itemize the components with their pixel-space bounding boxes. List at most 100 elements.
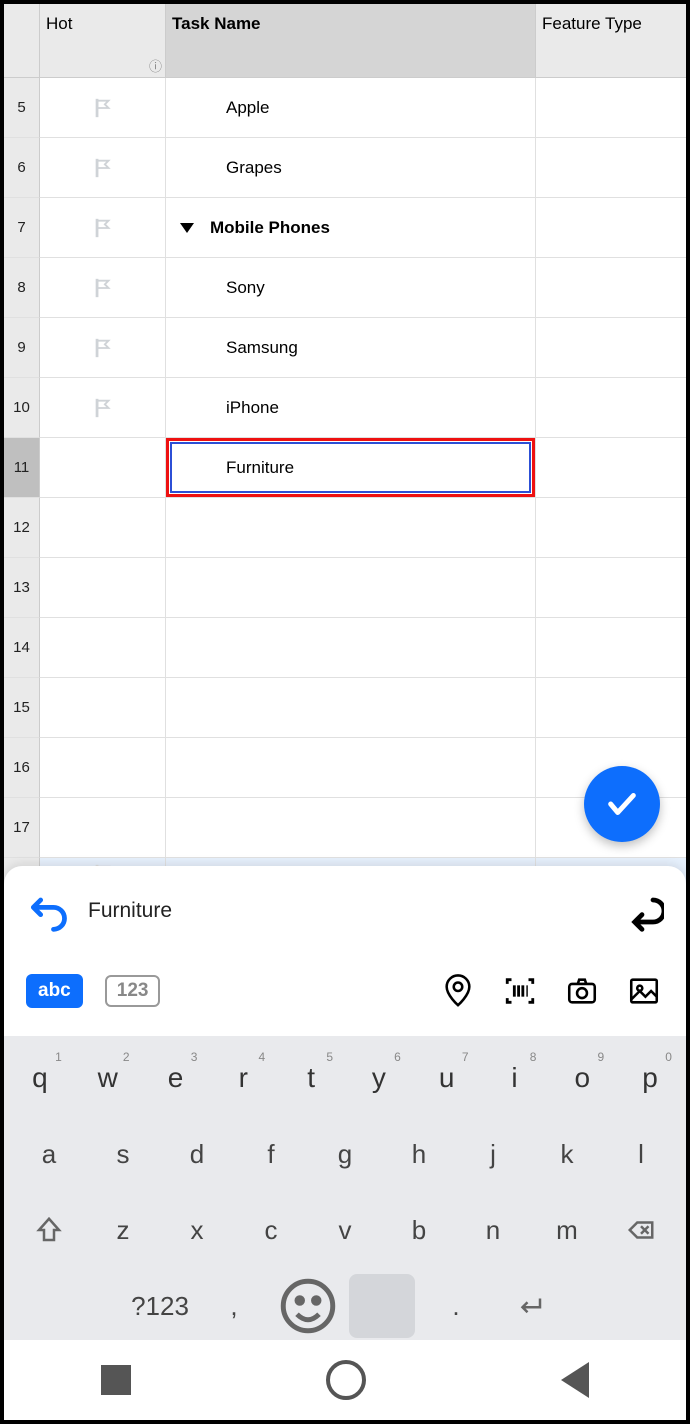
feature-cell[interactable]	[536, 138, 686, 198]
key-c[interactable]: c	[238, 1198, 304, 1262]
task-cell[interactable]: Apple	[166, 78, 536, 138]
symbols-key[interactable]: ?123	[127, 1274, 193, 1338]
key-j[interactable]: j	[460, 1122, 526, 1186]
shift-key[interactable]	[16, 1198, 82, 1262]
key-t[interactable]: t5	[281, 1046, 341, 1110]
key-q[interactable]: q1	[10, 1046, 70, 1110]
key-f[interactable]: f	[238, 1122, 304, 1186]
hot-cell[interactable]	[40, 258, 166, 318]
task-cell[interactable]: Sony	[166, 258, 536, 318]
camera-button[interactable]	[562, 971, 602, 1011]
info-icon[interactable]: ⓘ	[149, 56, 162, 75]
hot-cell[interactable]	[40, 738, 166, 798]
key-x[interactable]: x	[164, 1198, 230, 1262]
task-cell[interactable]: Furniture	[166, 438, 536, 498]
key-v[interactable]: v	[312, 1198, 378, 1262]
task-cell[interactable]	[166, 738, 536, 798]
flag-icon[interactable]	[92, 397, 114, 419]
feature-cell[interactable]	[536, 618, 686, 678]
hot-cell[interactable]	[40, 198, 166, 258]
task-cell[interactable]	[166, 558, 536, 618]
emoji-key[interactable]	[275, 1274, 341, 1338]
hot-cell[interactable]	[40, 618, 166, 678]
header-hot[interactable]: Hot ⓘ	[40, 4, 166, 78]
mode-123-button[interactable]: 123	[105, 975, 161, 1007]
key-n[interactable]: n	[460, 1198, 526, 1262]
row-number[interactable]: 17	[4, 798, 40, 858]
feature-cell[interactable]	[536, 378, 686, 438]
table-row[interactable]: 12	[4, 498, 686, 558]
row-number[interactable]: 15	[4, 678, 40, 738]
feature-cell[interactable]	[536, 678, 686, 738]
input-return-button[interactable]	[620, 889, 664, 933]
row-number[interactable]: 11	[4, 438, 40, 498]
enter-key[interactable]	[497, 1274, 563, 1338]
header-task-name[interactable]: Task Name	[166, 4, 536, 78]
feature-cell[interactable]	[536, 258, 686, 318]
hot-cell[interactable]	[40, 78, 166, 138]
row-number[interactable]: 14	[4, 618, 40, 678]
table-row[interactable]: 13	[4, 558, 686, 618]
flag-icon[interactable]	[92, 217, 114, 239]
flag-icon[interactable]	[92, 157, 114, 179]
table-row[interactable]: 16	[4, 738, 686, 798]
task-cell[interactable]	[166, 798, 536, 858]
key-b[interactable]: b	[386, 1198, 452, 1262]
space-key[interactable]	[349, 1274, 415, 1338]
disclosure-down-icon[interactable]	[180, 223, 194, 233]
comma-key[interactable]: ,	[201, 1274, 267, 1338]
table-row[interactable]: 6 Grapes	[4, 138, 686, 198]
flag-icon[interactable]	[92, 337, 114, 359]
nav-recents[interactable]	[101, 1365, 131, 1395]
table-row[interactable]: 8 Sony	[4, 258, 686, 318]
confirm-fab[interactable]	[584, 766, 660, 842]
row-number[interactable]: 7	[4, 198, 40, 258]
location-button[interactable]	[438, 971, 478, 1011]
hot-cell[interactable]	[40, 138, 166, 198]
row-number[interactable]: 9	[4, 318, 40, 378]
hot-cell[interactable]	[40, 558, 166, 618]
table-row[interactable]: 15	[4, 678, 686, 738]
nav-home[interactable]	[326, 1360, 366, 1400]
row-number[interactable]: 16	[4, 738, 40, 798]
task-cell[interactable]: Grapes	[166, 138, 536, 198]
hot-cell[interactable]	[40, 378, 166, 438]
key-i[interactable]: i8	[485, 1046, 545, 1110]
task-cell[interactable]	[166, 498, 536, 558]
barcode-button[interactable]	[500, 971, 540, 1011]
task-cell[interactable]	[166, 618, 536, 678]
key-u[interactable]: u7	[417, 1046, 477, 1110]
key-e[interactable]: e3	[146, 1046, 206, 1110]
input-text-value[interactable]: Furniture	[88, 899, 602, 923]
undo-button[interactable]	[26, 889, 70, 933]
feature-cell[interactable]	[536, 198, 686, 258]
table-row[interactable]: 10 iPhone	[4, 378, 686, 438]
key-s[interactable]: s	[90, 1122, 156, 1186]
task-cell[interactable]: Samsung	[166, 318, 536, 378]
key-o[interactable]: o9	[552, 1046, 612, 1110]
key-m[interactable]: m	[534, 1198, 600, 1262]
feature-cell[interactable]	[536, 558, 686, 618]
row-number[interactable]: 10	[4, 378, 40, 438]
table-row[interactable]: 7Mobile Phones	[4, 198, 686, 258]
task-cell[interactable]	[166, 678, 536, 738]
key-p[interactable]: p0	[620, 1046, 680, 1110]
table-row[interactable]: 14	[4, 618, 686, 678]
row-number[interactable]: 6	[4, 138, 40, 198]
task-cell[interactable]: iPhone	[166, 378, 536, 438]
flag-icon[interactable]	[92, 277, 114, 299]
table-row[interactable]: 11 Furniture	[4, 438, 686, 498]
feature-cell[interactable]	[536, 498, 686, 558]
hot-cell[interactable]	[40, 498, 166, 558]
key-d[interactable]: d	[164, 1122, 230, 1186]
period-key[interactable]: .	[423, 1274, 489, 1338]
header-feature-type[interactable]: Feature Type	[536, 4, 686, 78]
key-l[interactable]: l	[608, 1122, 674, 1186]
hot-cell[interactable]	[40, 318, 166, 378]
key-h[interactable]: h	[386, 1122, 452, 1186]
row-number[interactable]: 13	[4, 558, 40, 618]
key-w[interactable]: w2	[78, 1046, 138, 1110]
key-k[interactable]: k	[534, 1122, 600, 1186]
row-number[interactable]: 12	[4, 498, 40, 558]
row-number[interactable]: 8	[4, 258, 40, 318]
